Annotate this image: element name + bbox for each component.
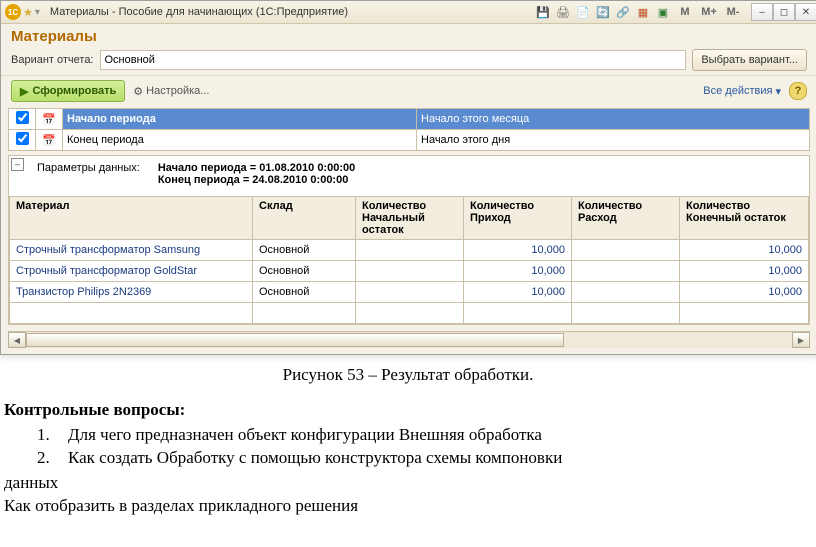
refresh-icon[interactable]: 🔄 (595, 4, 611, 20)
params-label: Параметры данных: (37, 162, 140, 186)
chevron-down-icon: ▾ (775, 85, 781, 98)
col-nach: Количество Начальный остаток (356, 197, 464, 240)
questions-block: Контрольные вопросы: Для чего предназнач… (0, 399, 816, 526)
variant-row: Вариант отчета: Основной Выбрать вариант… (1, 47, 816, 75)
minimize-button[interactable]: – (751, 3, 773, 21)
scroll-right-button[interactable]: ▶ (792, 332, 810, 348)
m-button[interactable]: M (675, 4, 695, 20)
data-table: Материал Склад Количество Начальный оста… (9, 196, 809, 324)
question-trail: данных (4, 472, 812, 495)
calc-icon[interactable]: ▦ (635, 4, 651, 20)
col-material: Материал (10, 197, 253, 240)
all-actions-button[interactable]: Все действия▾ (703, 85, 781, 98)
col-prih: Количество Приход (464, 197, 572, 240)
scroll-thumb[interactable] (26, 333, 564, 347)
period-row[interactable]: 📅 Конец периода Начало этого дня (9, 130, 810, 151)
table-row-empty (10, 303, 809, 324)
question-item: Для чего предназначен объект конфигураци… (54, 424, 812, 447)
report-area: – Параметры данных: Начало периода = 01.… (8, 155, 810, 325)
calendar-icon: 📅 (36, 109, 63, 130)
period-row[interactable]: 📅 Начало периода Начало этого месяца (9, 109, 810, 130)
play-icon: ▶ (20, 85, 28, 98)
table-row[interactable]: Транзистор Philips 2N2369Основной 10,000… (10, 282, 809, 303)
m-plus-button[interactable]: M+ (699, 4, 719, 20)
doc-icon[interactable]: 📄 (575, 4, 591, 20)
period-checkbox[interactable] (16, 111, 29, 124)
m-minus-button[interactable]: M- (723, 4, 743, 20)
period-checkbox[interactable] (16, 132, 29, 145)
link-icon[interactable]: 🔗 (615, 4, 631, 20)
favorite-icon[interactable]: ★ (23, 6, 33, 19)
help-icon[interactable]: ? (789, 82, 807, 100)
h-scrollbar[interactable]: ◀ ▶ (8, 331, 810, 348)
questions-heading: Контрольные вопросы: (4, 399, 812, 422)
titlebar: 1C ★ ▾ Материалы - Пособие для начинающи… (1, 1, 816, 24)
period-value: Начало этого дня (417, 130, 810, 151)
col-sklad: Склад (253, 197, 356, 240)
scroll-track[interactable] (26, 333, 792, 347)
params-values: Начало периода = 01.08.2010 0:00:00 Коне… (158, 162, 355, 186)
app-logo-icon: 1C (5, 4, 21, 20)
period-table: 📅 Начало периода Начало этого месяца 📅 К… (8, 108, 810, 151)
table-header-row: Материал Склад Количество Начальный оста… (10, 197, 809, 240)
scroll-left-button[interactable]: ◀ (8, 332, 26, 348)
app-window: 1C ★ ▾ Материалы - Пособие для начинающи… (0, 0, 816, 355)
params-block: Параметры данных: Начало периода = 01.08… (9, 156, 809, 192)
choose-variant-button[interactable]: Выбрать вариант... (692, 49, 807, 71)
figure-caption: Рисунок 53 – Результат обработки. (0, 355, 816, 399)
calendar-icon: 📅 (36, 130, 63, 151)
variant-label: Вариант отчета: (11, 54, 94, 66)
save-icon[interactable]: 💾 (535, 4, 551, 20)
question-item: Как создать Обработку с помощью конструк… (54, 447, 812, 470)
run-button[interactable]: ▶Сформировать (11, 80, 125, 102)
dropdown-icon[interactable]: ▾ (35, 7, 40, 18)
toolbar: ▶Сформировать ⚙Настройка... Все действия… (1, 75, 816, 106)
collapse-icon[interactable]: – (11, 158, 24, 171)
window-title: Материалы - Пособие для начинающих (1С:П… (44, 6, 531, 18)
titlebar-tools: 💾 🖨 📄 🔄 🔗 ▦ ▣ M M+ M- (531, 4, 747, 20)
table-row[interactable]: Строчный трансформатор GoldStarОсновной … (10, 261, 809, 282)
print-icon[interactable]: 🖨 (555, 4, 571, 20)
period-value: Начало этого месяца (417, 109, 810, 130)
settings-button[interactable]: ⚙Настройка... (133, 85, 209, 98)
period-name: Начало периода (63, 109, 417, 130)
maximize-button[interactable]: ◻ (773, 3, 795, 21)
col-kon: Количество Конечный остаток (680, 197, 809, 240)
close-button[interactable]: ✕ (795, 3, 816, 21)
gear-icon: ⚙ (133, 85, 143, 98)
variant-input[interactable]: Основной (100, 50, 687, 70)
col-rash: Количество Расход (572, 197, 680, 240)
period-name: Конец периода (63, 130, 417, 151)
page-title: Материалы (1, 24, 816, 47)
question-trail: Как отобразить в разделах прикладного ре… (4, 495, 812, 518)
calendar-icon[interactable]: ▣ (655, 4, 671, 20)
table-row[interactable]: Строчный трансформатор SamsungОсновной 1… (10, 240, 809, 261)
